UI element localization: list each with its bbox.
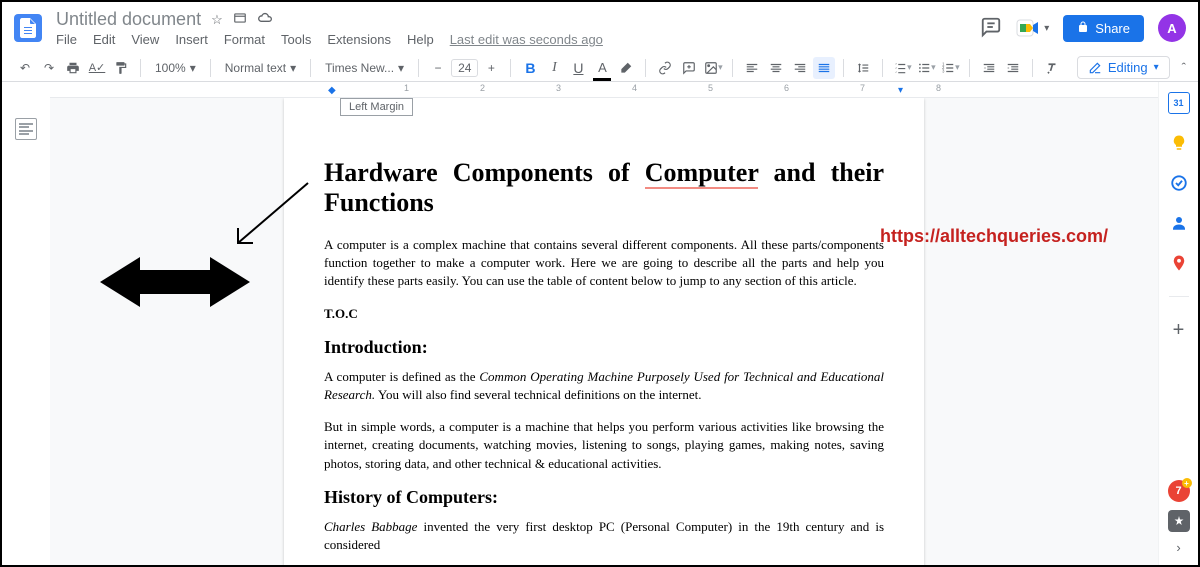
doc-heading-1: Hardware Components of Computer and thei…	[324, 158, 884, 218]
tasks-addon-icon[interactable]	[1168, 172, 1190, 194]
watermark-url: https://alltechqueries.com/	[880, 226, 1108, 247]
menu-file[interactable]: File	[56, 32, 77, 47]
calendar-addon-icon[interactable]: 31	[1168, 92, 1190, 114]
style-select[interactable]: Normal text ▾	[219, 59, 302, 77]
underline-button[interactable]: U	[567, 57, 589, 79]
collapse-toolbar-icon[interactable]: ˆ	[1182, 60, 1186, 75]
lock-icon	[1077, 21, 1089, 36]
doc-title[interactable]: Untitled document	[56, 9, 201, 30]
print-button[interactable]	[62, 57, 84, 79]
clear-formatting-button[interactable]	[1041, 57, 1063, 79]
doc-paragraph: A computer is a complex machine that con…	[324, 236, 884, 291]
account-avatar[interactable]: A	[1158, 14, 1186, 42]
doc-heading-2: History of Computers:	[324, 487, 884, 508]
menu-edit[interactable]: Edit	[93, 32, 115, 47]
indent-decrease-button[interactable]	[978, 57, 1000, 79]
hide-sidepanel-icon[interactable]: ›	[1176, 540, 1180, 555]
paint-format-button[interactable]	[110, 57, 132, 79]
link-button[interactable]	[654, 57, 676, 79]
bulleted-list-button[interactable]: ▾	[915, 57, 937, 79]
margin-tooltip: Left Margin	[340, 98, 413, 116]
line-spacing-button[interactable]	[852, 57, 874, 79]
ruler[interactable]: ◆ 1 2 3 4 5 6 7 8 ▾	[50, 82, 1158, 98]
last-edit[interactable]: Last edit was seconds ago	[450, 32, 603, 47]
star-icon[interactable]: ☆	[211, 12, 223, 28]
mode-select[interactable]: Editing ▾	[1077, 56, 1170, 79]
align-left-button[interactable]	[741, 57, 763, 79]
document-page: Hardware Components of Computer and thei…	[284, 98, 924, 565]
annotation-arrow-diagonal	[228, 178, 318, 258]
get-addons-button[interactable]: +	[1168, 319, 1190, 341]
doc-paragraph: A computer is defined as the Common Oper…	[324, 368, 884, 404]
meet-icon[interactable]: ▾	[1016, 18, 1049, 38]
cloud-status-icon[interactable]	[257, 10, 273, 29]
spellcheck-button[interactable]: A✓	[86, 57, 108, 79]
fontsize-decrease[interactable]: −	[427, 57, 449, 79]
menu-insert[interactable]: Insert	[175, 32, 208, 47]
docs-logo[interactable]	[14, 14, 42, 42]
text-color-button[interactable]: A	[591, 57, 613, 79]
font-select[interactable]: Times New... ▾	[319, 59, 410, 77]
doc-heading-2: Introduction:	[324, 337, 884, 358]
doc-paragraph: But in simple words, a computer is a mac…	[324, 418, 884, 473]
align-center-button[interactable]	[765, 57, 787, 79]
share-label: Share	[1095, 21, 1130, 36]
menu-help[interactable]: Help	[407, 32, 434, 47]
bold-button[interactable]: B	[519, 57, 541, 79]
align-justify-button[interactable]	[813, 57, 835, 79]
menu-extensions[interactable]: Extensions	[327, 32, 391, 47]
indent-increase-button[interactable]	[1002, 57, 1024, 79]
notification-badge[interactable]: 7	[1168, 480, 1190, 502]
document-outline-icon[interactable]	[15, 118, 37, 140]
maps-addon-icon[interactable]	[1168, 252, 1190, 274]
doc-toc: T.O.C	[324, 305, 884, 323]
image-button[interactable]: ▾	[702, 57, 724, 79]
right-indent-marker[interactable]: ▾	[898, 85, 903, 96]
annotation-arrow-horizontal	[100, 252, 250, 312]
italic-button[interactable]: I	[543, 57, 565, 79]
numbered-list-button[interactable]: 123 ▾	[939, 57, 961, 79]
checklist-button[interactable]: ▾	[891, 57, 913, 79]
menu-tools[interactable]: Tools	[281, 32, 311, 47]
contacts-addon-icon[interactable]	[1168, 212, 1190, 234]
left-indent-marker[interactable]: ◆	[328, 85, 336, 96]
menu-view[interactable]: View	[131, 32, 159, 47]
redo-button[interactable]: ↷	[38, 57, 60, 79]
explore-button[interactable]	[1168, 510, 1190, 532]
fontsize-input[interactable]: 24	[451, 59, 478, 77]
keep-addon-icon[interactable]	[1168, 132, 1190, 154]
undo-button[interactable]: ↶	[14, 57, 36, 79]
add-comment-button[interactable]	[678, 57, 700, 79]
move-icon[interactable]	[233, 11, 247, 28]
svg-text:3: 3	[942, 68, 945, 73]
fontsize-increase[interactable]: +	[480, 57, 502, 79]
comment-history-icon[interactable]	[980, 16, 1002, 41]
align-right-button[interactable]	[789, 57, 811, 79]
share-button[interactable]: Share	[1063, 15, 1144, 42]
menu-format[interactable]: Format	[224, 32, 265, 47]
highlight-button[interactable]	[615, 57, 637, 79]
zoom-select[interactable]: 100% ▾	[149, 59, 202, 77]
doc-paragraph: Charles Babbage invented the very first …	[324, 518, 884, 554]
